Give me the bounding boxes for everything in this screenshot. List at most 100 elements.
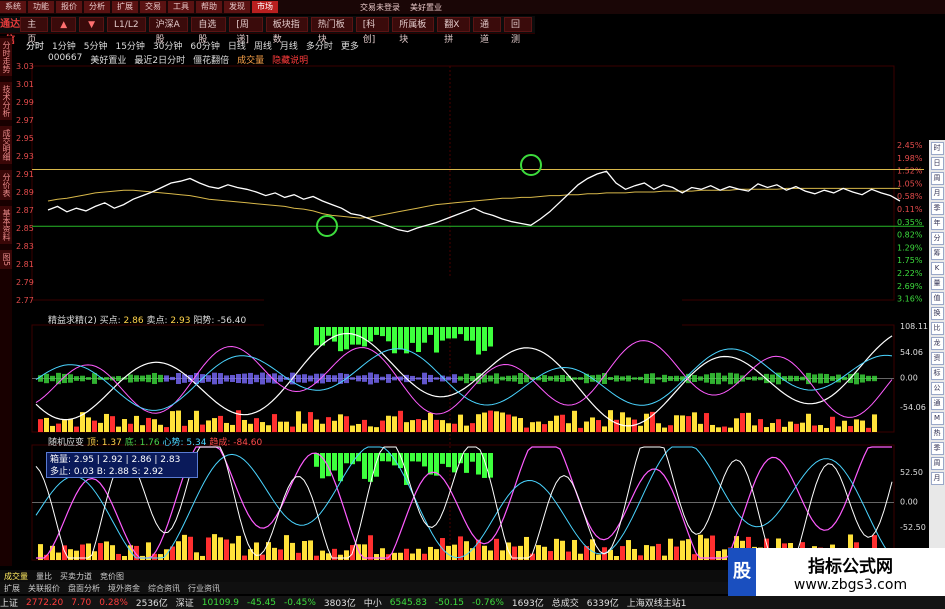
panel1-mid-bar-21 — [164, 375, 169, 382]
bottom-tab-2[interactable]: 买卖力道 — [56, 571, 96, 582]
panel1-green-bar-6 — [350, 327, 355, 345]
left-tab-1[interactable]: 技术分析 — [0, 82, 12, 120]
left-tab-2[interactable]: 成交明细 — [0, 126, 12, 164]
panel1-mid-bar-2 — [50, 375, 55, 382]
panel2-volume-bar-77 — [500, 550, 505, 560]
toolbar-icon-9[interactable]: 量 — [930, 277, 944, 290]
panel1-volume-bar-70 — [458, 414, 463, 432]
panel1-mid-bar-131 — [824, 373, 829, 384]
panel2-green-bar-27 — [476, 453, 481, 475]
toolbar-icon-12[interactable]: 比 — [930, 322, 944, 335]
panel1-mid-bar-15 — [128, 374, 133, 383]
panel2-volume-bar-51 — [344, 550, 349, 560]
panel1-mid-bar-68 — [446, 376, 451, 381]
sub-tab-1[interactable]: 关联报价 — [24, 583, 64, 594]
toolbar-icon-0[interactable]: 时 — [930, 142, 944, 155]
panel2-volume-bar-25 — [188, 536, 193, 560]
panel1-volume-bar-20 — [158, 424, 163, 432]
chart-canvas[interactable]: 3.03 3.01 2.99 2.97 2.95 2.93 2.91 2.89 2.87 2.85… — [14, 0, 945, 609]
toolbar-icon-5[interactable]: 年 — [930, 217, 944, 230]
panel1-mid-bar-96 — [614, 375, 619, 382]
panel1-volume-bar-12 — [110, 416, 115, 432]
toolbar-icon-8[interactable]: K — [930, 262, 944, 275]
toolbar-icon-10[interactable]: 值 — [930, 292, 944, 305]
panel1-mid-bar-115 — [728, 372, 733, 385]
sub-tab-5[interactable]: 行业资讯 — [184, 583, 224, 594]
panel2-trend: 趋成: -84.60 — [209, 438, 263, 448]
panel1-mid-bar-58 — [386, 374, 391, 383]
toolbar-icon-17[interactable]: 通 — [930, 397, 944, 410]
panel1-mid-bar-40 — [278, 375, 283, 382]
panel2-volume-bar-30 — [218, 537, 223, 560]
panel1-volume-bar-138 — [866, 427, 871, 432]
sub-tab-4[interactable]: 综合资讯 — [144, 583, 184, 594]
panel2-volume-bar-32 — [230, 543, 235, 560]
panel1-mid-bar-132 — [830, 376, 835, 381]
status-item-1: 2772.20 — [26, 597, 64, 608]
panel1-mid-bar-36 — [254, 374, 259, 383]
bottom-tab-0[interactable]: 成交量 — [0, 571, 32, 582]
panel1-mid-bar-90 — [578, 377, 583, 380]
panel1-mid-bar-129 — [812, 374, 817, 383]
panel1-volume-bar-120 — [758, 419, 763, 432]
panel1-mid-bar-66 — [434, 377, 439, 380]
toolbar-icon-7[interactable]: 筹 — [930, 247, 944, 260]
sub-tab-3[interactable]: 境外资金 — [104, 583, 144, 594]
toolbar-icon-20[interactable]: 季 — [930, 442, 944, 455]
toolbar-icon-18[interactable]: M — [930, 412, 944, 425]
panel1-volume-bar-116 — [734, 418, 739, 432]
panel1-mid-bar-97 — [620, 376, 625, 381]
panel1-volume-bar-74 — [482, 412, 487, 432]
panel1-mid-bar-29 — [212, 372, 217, 385]
toolbar-icon-1[interactable]: 日 — [930, 157, 944, 170]
toolbar-icon-19[interactable]: 热 — [930, 427, 944, 440]
panel2-volume-bar-84 — [542, 546, 547, 560]
toolbar-icon-22[interactable]: 月 — [930, 472, 944, 485]
panel1-volume-bar-16 — [134, 415, 139, 432]
panel1-volume-bar-4 — [62, 420, 67, 432]
panel1-volume-bar-1 — [44, 417, 49, 432]
toolbar-icon-13[interactable]: 龙 — [930, 337, 944, 350]
panel1-volume-bar-31 — [224, 422, 229, 432]
panel1-mid-bar-20 — [158, 374, 163, 383]
panel1-mid-bar-59 — [392, 376, 397, 381]
sub-tab-2[interactable]: 盘面分析 — [64, 583, 104, 594]
panel1-volume-bar-2 — [50, 425, 55, 432]
bottom-tab-3[interactable]: 竞价图 — [96, 571, 128, 582]
panel2-volume-bar-26 — [194, 552, 199, 560]
bottom-tab-1[interactable]: 量比 — [32, 571, 56, 582]
left-tab-0[interactable]: 分时走势 — [0, 38, 12, 76]
panel1-volume-bar-132 — [830, 416, 835, 432]
main-right-tick-12: 3.16% — [897, 295, 923, 304]
panel1-mid-bar-100 — [638, 376, 643, 381]
toolbar-icon-21[interactable]: 周 — [930, 457, 944, 470]
panel1-volume-bar-41 — [284, 421, 289, 432]
panel2-volume-bar-63 — [416, 548, 421, 560]
sub-tab-0[interactable]: 扩展 — [0, 583, 24, 594]
panel1-volume-bar-13 — [116, 426, 121, 432]
panel2-volume-bar-103 — [656, 543, 661, 560]
panel1-mid-bar-120 — [758, 376, 763, 381]
toolbar-icon-14[interactable]: 资 — [930, 352, 944, 365]
panel2-green-bar-24 — [458, 453, 463, 464]
toolbar-icon-16[interactable]: 公 — [930, 382, 944, 395]
left-tab-4[interactable]: 基本资料 — [0, 206, 12, 244]
toolbar-icon-2[interactable]: 周 — [930, 172, 944, 185]
toolbar-icon-4[interactable]: 季 — [930, 202, 944, 215]
panel1-volume-bar-29 — [212, 418, 217, 432]
toolbar-icon-11[interactable]: 换 — [930, 307, 944, 320]
panel1-volume-bar-73 — [476, 414, 481, 432]
panel1-mid-bar-22 — [170, 376, 175, 381]
toolbar-icon-6[interactable]: 分 — [930, 232, 944, 245]
panel2-volume-bar-10 — [98, 543, 103, 560]
left-tab-5[interactable]: 图5 — [0, 250, 12, 270]
panel2-volume-bar-45 — [308, 540, 313, 560]
main-left-tick-13: 2.77 — [16, 296, 34, 305]
left-tab-3[interactable]: 分价表 — [0, 170, 12, 200]
panel1-volume-bar-109 — [692, 412, 697, 432]
panel1-green-bar-25 — [464, 327, 469, 341]
panel2-green-bar-21 — [440, 453, 445, 464]
toolbar-icon-3[interactable]: 月 — [930, 187, 944, 200]
panel1-mid-bar-136 — [854, 372, 859, 385]
toolbar-icon-15[interactable]: 标 — [930, 367, 944, 380]
